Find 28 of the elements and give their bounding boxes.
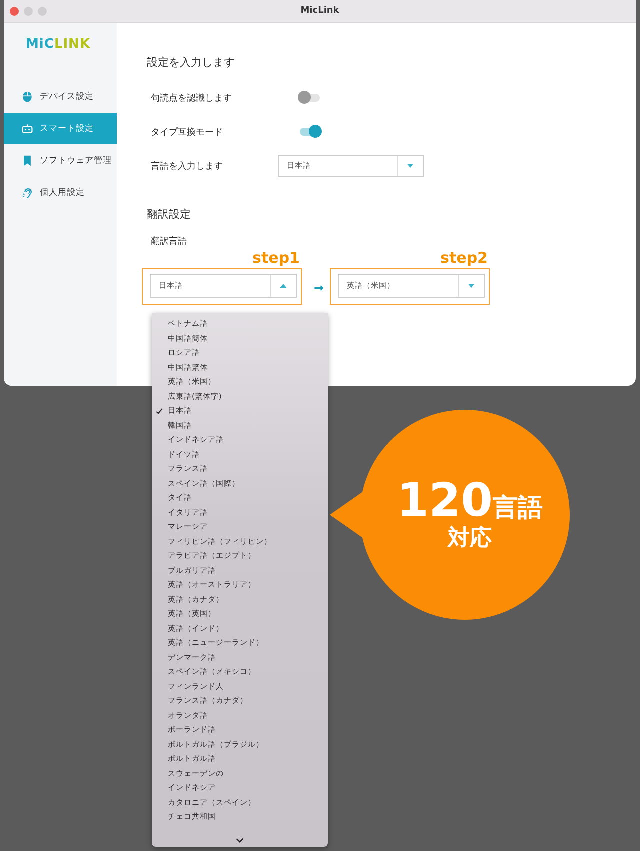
section-heading: 設定を入力します — [147, 55, 236, 71]
step-label: step1 — [252, 249, 301, 268]
sidebar-item[interactable]: ソフトウェア管理 — [4, 145, 117, 176]
close-icon[interactable] — [10, 6, 19, 16]
setting-label: 句読点を認識します — [150, 92, 233, 104]
sidebar-item[interactable]: デバイス設定 — [4, 81, 117, 112]
callout-text: 対応 — [448, 525, 492, 553]
bookmark-icon — [22, 154, 33, 166]
ear-icon — [22, 186, 33, 198]
callout-unit: 言語 — [493, 492, 544, 524]
toggle-switch[interactable] — [300, 94, 320, 102]
sidebar-item[interactable]: 個人用設定 — [4, 177, 117, 208]
scroll-down-icon[interactable] — [236, 838, 244, 843]
setting-label: 言語を入力します — [150, 160, 224, 172]
robot-icon — [22, 122, 33, 134]
setting-label: 翻訳言語 — [150, 236, 188, 249]
callout-number: 120 — [396, 475, 494, 525]
toggle-switch[interactable] — [300, 128, 320, 136]
section-heading: 翻訳設定 — [147, 207, 192, 223]
arrow-icon: → — [314, 281, 324, 295]
window-title: MicLink — [300, 6, 340, 16]
step-label: step2 — [440, 249, 489, 268]
setting-label: タイプ互換モード — [150, 126, 224, 138]
caret-icon — [407, 164, 414, 168]
mouse-icon — [22, 90, 33, 102]
caret-icon — [280, 284, 287, 288]
caret-icon — [468, 284, 475, 288]
logo: MiCLINK — [25, 36, 91, 54]
